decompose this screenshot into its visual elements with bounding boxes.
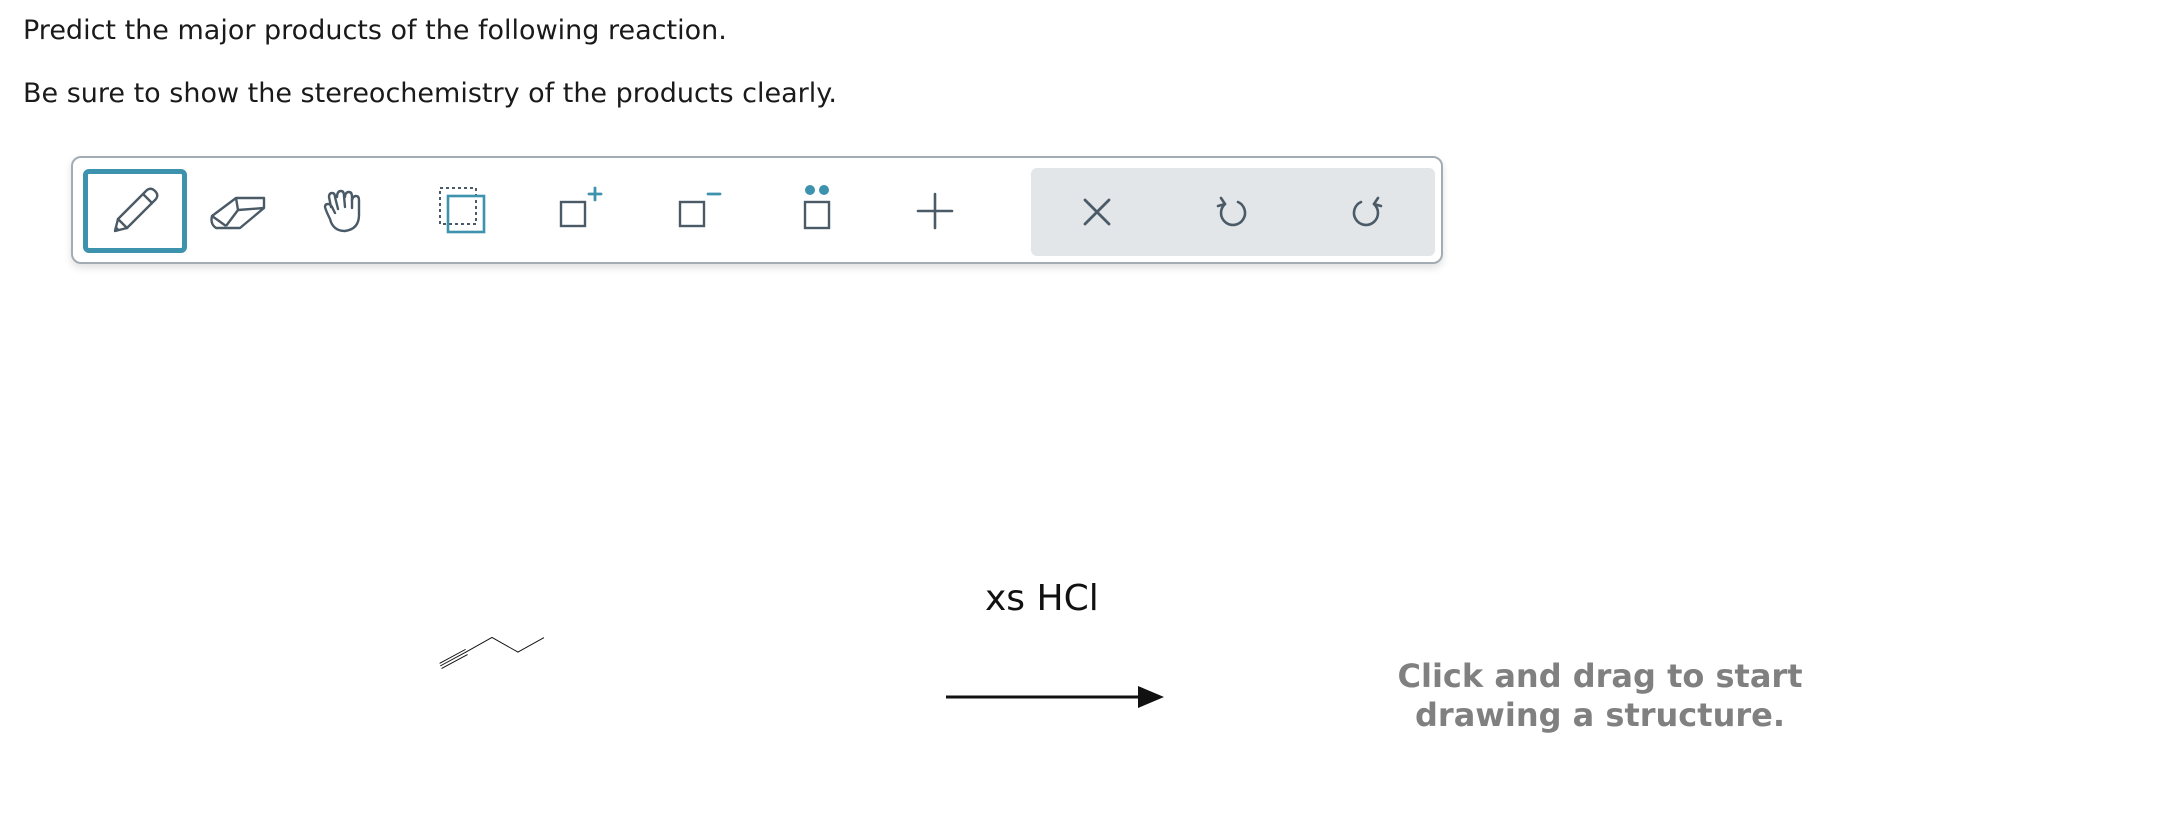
action-panel <box>1031 168 1435 256</box>
question-line-2: Be sure to show the stereochemistry of t… <box>23 78 837 109</box>
select-tool-button[interactable] <box>411 169 515 253</box>
drawing-toolbar <box>71 156 1443 264</box>
redo-icon <box>1352 196 1383 227</box>
eraser-tool-button[interactable] <box>186 169 290 253</box>
reaction-arrow <box>946 686 1164 708</box>
pencil-tool-button[interactable] <box>83 169 187 253</box>
pencil-icon <box>113 187 159 233</box>
undo-button[interactable] <box>1180 170 1284 254</box>
hand-icon <box>323 189 361 233</box>
close-icon <box>1083 198 1111 226</box>
hint-line-1: Click and drag to start <box>1397 657 1803 695</box>
charge-minus-icon <box>678 192 722 228</box>
undo-icon <box>1216 196 1247 227</box>
reagent-label: xs HCl <box>985 578 1099 619</box>
question-line-1: Predict the major products of the follow… <box>23 15 727 46</box>
eraser-icon <box>210 196 266 230</box>
drawing-area-hint[interactable]: Click and drag to start drawing a struct… <box>1360 657 1840 735</box>
lone-pair-icon <box>803 185 831 230</box>
selection-icon <box>439 187 486 234</box>
reactant-molecule <box>439 636 545 669</box>
clear-button[interactable] <box>1045 170 1149 254</box>
lone-pair-button[interactable] <box>765 169 869 253</box>
move-tool-button[interactable] <box>295 169 399 253</box>
redo-button[interactable] <box>1315 170 1419 254</box>
decrease-charge-button[interactable] <box>647 169 751 253</box>
add-button[interactable] <box>883 169 987 253</box>
charge-plus-icon <box>559 186 603 228</box>
hint-line-2: drawing a structure. <box>1415 696 1785 734</box>
plus-icon <box>916 192 954 230</box>
increase-charge-button[interactable] <box>528 169 632 253</box>
